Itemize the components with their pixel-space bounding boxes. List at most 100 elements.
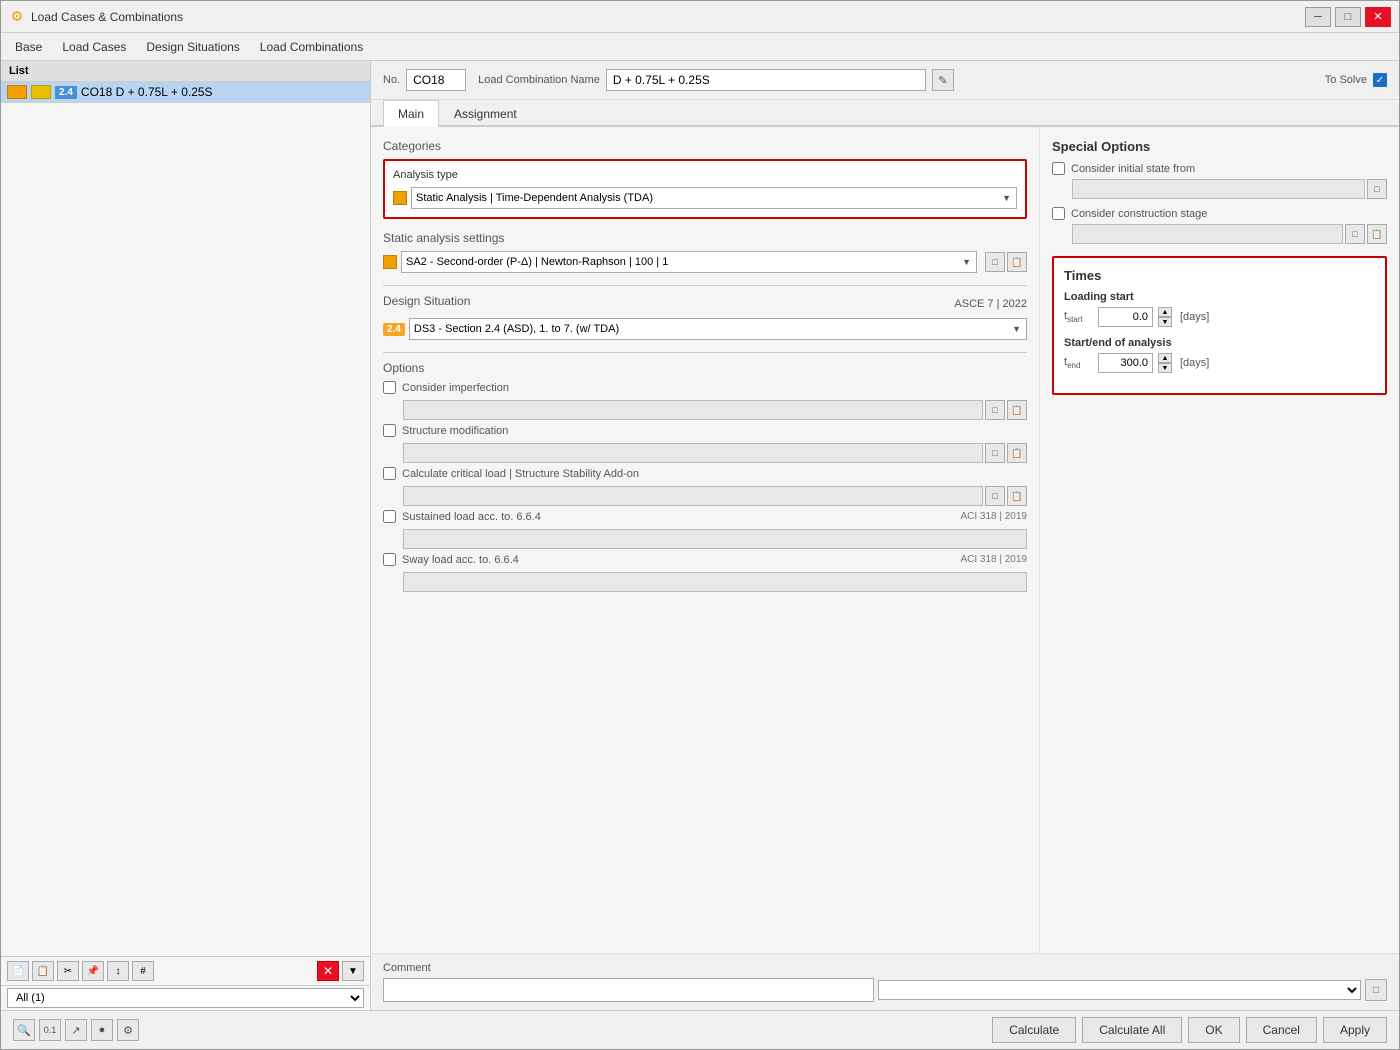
opt-copy2b[interactable]: 📋 <box>1007 443 1027 463</box>
option-critical-label: Calculate critical load | Structure Stab… <box>402 468 639 480</box>
times-t-end-input[interactable] <box>1098 353 1153 373</box>
opt-copy3a[interactable]: □ <box>985 486 1005 506</box>
times-t-start-input[interactable] <box>1098 307 1153 327</box>
list-item[interactable]: 2.4 CO18 D + 0.75L + 0.25S <box>1 82 370 103</box>
times-end-up[interactable]: ▲ <box>1158 353 1172 363</box>
times-start-down[interactable]: ▼ <box>1158 317 1172 327</box>
list-header: List <box>1 61 370 82</box>
toolbar-number-btn[interactable]: # <box>132 961 154 981</box>
name-field-group: Load Combination Name D + 0.75L + 0.25S … <box>478 69 954 91</box>
ds-badge: 2.4 <box>383 323 405 336</box>
special-initial-input[interactable] <box>1072 179 1365 199</box>
menu-bar: Base Load Cases Design Situations Load C… <box>1 33 1399 61</box>
bottom-search-icon[interactable]: 🔍 <box>13 1019 35 1041</box>
static-dropdown-wrapper: SA2 - Second-order (P-Δ) | Newton-Raphso… <box>401 251 977 273</box>
option-structure-checkbox[interactable] <box>383 424 396 437</box>
option-imperfection-row: Consider imperfection <box>383 381 1027 394</box>
option-sway-input-row <box>403 572 1027 592</box>
option-imperfection-input[interactable] <box>403 400 983 420</box>
to-solve-section: To Solve ✓ <box>1325 73 1387 87</box>
special-opt-initial-row: Consider initial state from <box>1052 162 1387 175</box>
static-analysis-select[interactable]: SA2 - Second-order (P-Δ) | Newton-Raphso… <box>401 251 977 273</box>
toolbar-cut-btn[interactable]: ✂ <box>57 961 79 981</box>
name-edit-button[interactable]: ✎ <box>932 69 954 91</box>
times-loading-start-label: Loading start <box>1064 291 1375 303</box>
ds-select[interactable]: DS3 - Section 2.4 (ASD), 1. to 7. (w/ TD… <box>409 318 1027 340</box>
filter-select[interactable]: All (1) <box>7 988 364 1008</box>
option-sustained-input[interactable] <box>403 529 1027 549</box>
list-area: 2.4 CO18 D + 0.75L + 0.25S <box>1 82 370 956</box>
special-copy2a[interactable]: □ <box>1345 224 1365 244</box>
apply-button[interactable]: Apply <box>1323 1017 1387 1043</box>
toolbar-copy-btn[interactable]: 📋 <box>32 961 54 981</box>
maximize-button[interactable]: □ <box>1335 7 1361 27</box>
toolbar-more-btn[interactable]: ▼ <box>342 961 364 981</box>
option-critical-checkbox[interactable] <box>383 467 396 480</box>
special-initial-input-row: □ <box>1072 179 1387 199</box>
option-sustained-right: ACI 318 | 2019 <box>960 511 1027 522</box>
analysis-type-row: Static Analysis | Time-Dependent Analysi… <box>393 187 1017 209</box>
option-critical-row: Calculate critical load | Structure Stab… <box>383 467 1027 480</box>
title-bar: ⚙ Load Cases & Combinations ─ □ ✕ <box>1 1 1399 33</box>
categories-label: Categories <box>383 139 1027 153</box>
calculate-button[interactable]: Calculate <box>992 1017 1076 1043</box>
analysis-type-select[interactable]: Static Analysis | Time-Dependent Analysi… <box>411 187 1017 209</box>
static-copy-btn1[interactable]: □ <box>985 252 1005 272</box>
bottom-arrow-icon[interactable]: ↗ <box>65 1019 87 1041</box>
times-t-end-label: tend <box>1064 356 1094 370</box>
opt-copy2a[interactable]: □ <box>985 443 1005 463</box>
tab-assignment[interactable]: Assignment <box>439 100 532 127</box>
list-item-name: CO18 D + 0.75L + 0.25S <box>81 85 213 99</box>
comment-copy-btn[interactable]: □ <box>1365 979 1387 1001</box>
option-sustained-checkbox[interactable] <box>383 510 396 523</box>
no-value: CO18 <box>406 69 466 91</box>
ok-button[interactable]: OK <box>1188 1017 1239 1043</box>
special-construction-checkbox[interactable] <box>1052 207 1065 220</box>
opt-copy1b[interactable]: 📋 <box>1007 400 1027 420</box>
bottom-value-icon[interactable]: 0.1 <box>39 1019 61 1041</box>
option-imperfection-checkbox[interactable] <box>383 381 396 394</box>
bottom-gear-icon[interactable]: ⚙ <box>117 1019 139 1041</box>
comment-dropdown[interactable] <box>878 980 1361 1000</box>
opt-copy1a[interactable]: □ <box>985 400 1005 420</box>
close-button[interactable]: ✕ <box>1365 7 1391 27</box>
option-sway-checkbox[interactable] <box>383 553 396 566</box>
toolbar-sort-btn[interactable]: ↕ <box>107 961 129 981</box>
toolbar-paste-btn[interactable]: 📌 <box>82 961 104 981</box>
times-box: Times Loading start tstart ▲ ▼ [days] <box>1052 256 1387 395</box>
no-field-group: No. CO18 <box>383 69 466 91</box>
toolbar-new-btn[interactable]: 📄 <box>7 961 29 981</box>
toolbar-delete-btn[interactable]: ✕ <box>317 961 339 981</box>
special-construction-input[interactable] <box>1072 224 1343 244</box>
comment-input[interactable] <box>383 978 874 1002</box>
option-sway-right: ACI 318 | 2019 <box>960 554 1027 565</box>
times-start-up[interactable]: ▲ <box>1158 307 1172 317</box>
menu-load-combinations[interactable]: Load Combinations <box>250 36 373 58</box>
option-sustained-input-row <box>403 529 1027 549</box>
times-end-unit: [days] <box>1180 357 1209 369</box>
bottom-dot-icon[interactable]: ● <box>91 1019 113 1041</box>
opt-copy3b[interactable]: 📋 <box>1007 486 1027 506</box>
option-structure-label: Structure modification <box>402 425 508 437</box>
cancel-button[interactable]: Cancel <box>1246 1017 1317 1043</box>
option-structure-input[interactable] <box>403 443 983 463</box>
menu-base[interactable]: Base <box>5 36 52 58</box>
calculate-all-button[interactable]: Calculate All <box>1082 1017 1182 1043</box>
option-critical-input[interactable] <box>403 486 983 506</box>
static-copy-btn2[interactable]: 📋 <box>1007 252 1027 272</box>
list-badge2 <box>31 85 51 99</box>
times-end-down[interactable]: ▼ <box>1158 363 1172 373</box>
special-copy2b[interactable]: 📋 <box>1367 224 1387 244</box>
times-end-spinner: ▲ ▼ <box>1158 353 1172 373</box>
menu-design-situations[interactable]: Design Situations <box>136 36 249 58</box>
special-copy1[interactable]: □ <box>1367 179 1387 199</box>
tab-main[interactable]: Main <box>383 100 439 127</box>
special-initial-checkbox[interactable] <box>1052 162 1065 175</box>
comment-row: □ <box>383 978 1387 1002</box>
option-sway-input[interactable] <box>403 572 1027 592</box>
bottom-buttons: Calculate Calculate All OK Cancel Apply <box>992 1017 1387 1043</box>
minimize-button[interactable]: ─ <box>1305 7 1331 27</box>
to-solve-checkbox[interactable]: ✓ <box>1373 73 1387 87</box>
menu-load-cases[interactable]: Load Cases <box>52 36 136 58</box>
option-sway-label: Sway load acc. to. 6.6.4 <box>402 554 519 566</box>
